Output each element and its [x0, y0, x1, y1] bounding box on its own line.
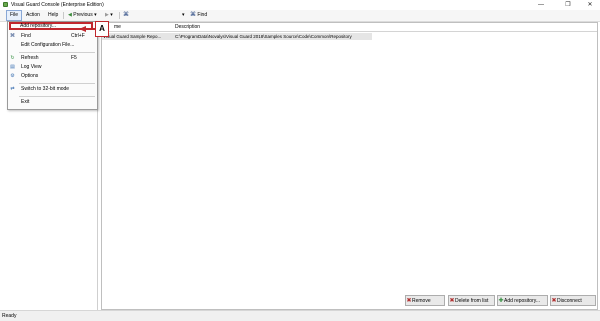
- menu-help[interactable]: Help: [45, 11, 61, 20]
- previous-button[interactable]: ◀ Previous ▾: [66, 11, 99, 20]
- menu-item-shortcut: Ctrl+F: [71, 33, 85, 39]
- menu-item-label: Find: [21, 33, 31, 39]
- title-bar: Visual Guard Console (Enterprise Edition…: [0, 0, 600, 10]
- callout-arrow-icon: [79, 26, 86, 32]
- add-repository-button[interactable]: ✚Add repository...: [497, 295, 548, 306]
- menu-item-label: Edit Configuration File...: [21, 42, 75, 48]
- column-header-name[interactable]: me: [114, 24, 121, 30]
- row-name: Visual Guard Sample Repo...: [103, 34, 162, 39]
- menu-file[interactable]: File: [6, 10, 23, 21]
- binoculars-icon: ⌘: [123, 12, 129, 18]
- status-text: Ready: [2, 313, 17, 319]
- file-menu-dropdown: Add repository... ⌘ Find Ctrl+F Edit Con…: [7, 21, 98, 110]
- callout-label: A: [95, 21, 109, 37]
- next-button[interactable]: ▶ ▾: [103, 11, 115, 20]
- switch-mode-icon: ⇄: [10, 86, 15, 92]
- menu-item-refresh[interactable]: ↻ Refresh F5: [8, 54, 97, 63]
- menu-item-label: Options: [21, 73, 39, 79]
- table-row[interactable]: Visual Guard Sample Repo... C:\ProgramDa…: [102, 33, 372, 40]
- menu-separator: [19, 52, 95, 53]
- log-view-icon: ▤: [10, 64, 15, 70]
- previous-label: Previous: [73, 12, 93, 18]
- disconnect-label: Disconnect: [557, 298, 582, 304]
- menu-item-switch-32bit[interactable]: ⇄ Switch to 32-bit mode: [8, 85, 97, 94]
- delete-from-list-label: Delete from list: [455, 298, 489, 304]
- toolbar-separator: [63, 12, 64, 19]
- repository-list[interactable]: me Description Visual Guard Sample Repo.…: [101, 22, 598, 310]
- minimize-button[interactable]: —: [531, 0, 551, 10]
- window-title: Visual Guard Console (Enterprise Edition…: [11, 2, 104, 8]
- menu-item-shortcut: F5: [71, 55, 77, 61]
- close-button[interactable]: ✕: [580, 0, 600, 10]
- find-button[interactable]: ⌘ Find: [188, 11, 209, 20]
- menu-item-label: Log View: [21, 64, 42, 70]
- menu-item-label: Exit: [21, 99, 30, 105]
- disconnect-button[interactable]: ✖Disconnect: [550, 295, 596, 306]
- binoculars-icon: ⌘: [190, 12, 196, 18]
- menu-item-exit[interactable]: Exit: [8, 98, 97, 107]
- delete-from-list-button[interactable]: ✖Delete from list: [448, 295, 495, 306]
- menu-item-options[interactable]: ⚙ Options: [8, 72, 97, 81]
- remove-button[interactable]: ✖Remove: [405, 295, 445, 306]
- menu-item-find[interactable]: ⌘ Find Ctrl+F: [8, 32, 97, 41]
- chevron-down-icon: ▾: [110, 12, 113, 18]
- menu-item-label: Switch to 32-bit mode: [21, 86, 70, 92]
- find-toolbar-binoculars[interactable]: ⌘: [121, 11, 131, 20]
- back-arrow-icon: ◀: [68, 12, 72, 18]
- add-repository-label: Add repository...: [504, 298, 541, 304]
- toolbar-separator: [119, 12, 120, 19]
- binoculars-icon: ⌘: [10, 33, 15, 39]
- row-description: C:\ProgramData\Novalys\Visual Guard 2018…: [175, 34, 352, 39]
- remove-label: Remove: [412, 298, 431, 304]
- menu-item-label: Refresh: [21, 55, 39, 61]
- menu-item-label: Add repository...: [20, 23, 57, 29]
- chevron-down-icon: ▾: [94, 12, 97, 18]
- menu-action[interactable]: Action: [23, 11, 43, 20]
- menu-separator: [19, 96, 95, 97]
- app-icon: [3, 2, 8, 7]
- column-header-description[interactable]: Description: [175, 24, 200, 30]
- refresh-icon: ↻: [10, 55, 15, 61]
- restore-button[interactable]: ❐: [558, 0, 578, 10]
- menu-item-log-view[interactable]: ▤ Log View: [8, 63, 97, 72]
- menu-item-edit-configuration[interactable]: Edit Configuration File...: [8, 41, 97, 50]
- find-dropdown-arrow[interactable]: ▾: [180, 11, 187, 20]
- options-icon: ⚙: [10, 73, 15, 79]
- grid-header: me Description: [102, 23, 597, 32]
- menu-separator: [19, 83, 95, 84]
- status-bar: Ready: [0, 310, 600, 321]
- forward-arrow-icon: ▶: [105, 12, 109, 18]
- find-label: Find: [197, 12, 208, 18]
